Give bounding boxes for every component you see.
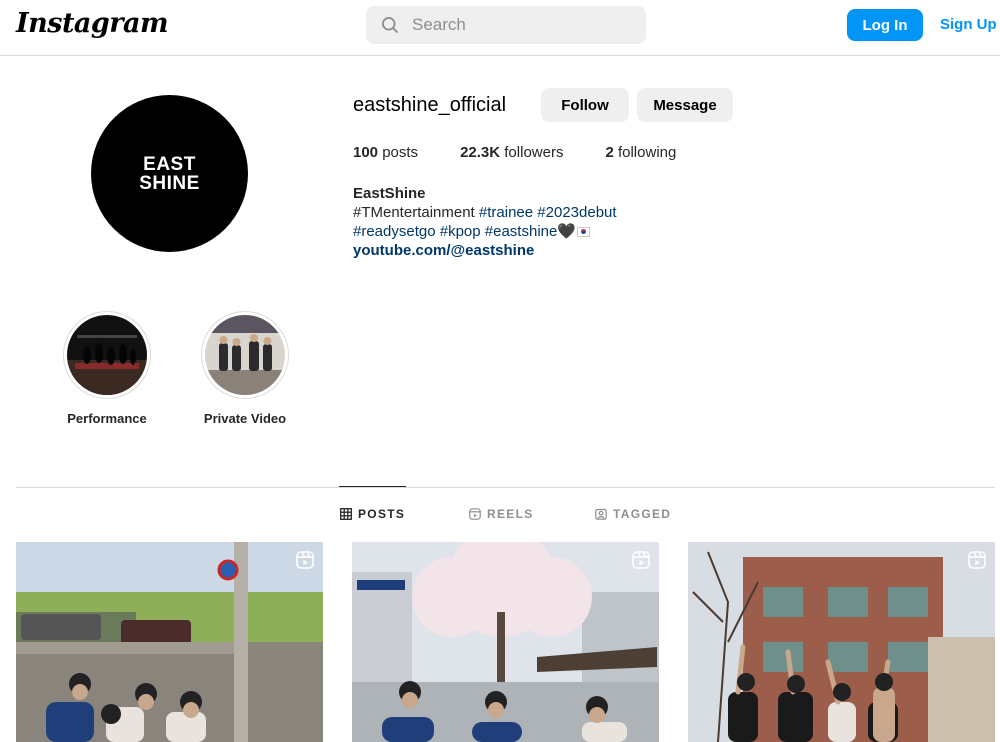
- reel-icon: [296, 551, 314, 569]
- following-label: following: [617, 144, 677, 161]
- hashtag-readysetgo[interactable]: #readysetgo: [353, 223, 436, 240]
- message-button[interactable]: Message: [637, 88, 733, 122]
- korea-flag-icon: [577, 227, 591, 238]
- hashtag-2023debut[interactable]: #2023debut: [537, 204, 616, 221]
- search-box[interactable]: [366, 6, 646, 44]
- highlight-label: Performance: [67, 411, 147, 426]
- reel-icon: [968, 551, 986, 569]
- highlight-performance[interactable]: Performance: [62, 311, 152, 426]
- highlight-thumbnail: [67, 315, 147, 395]
- following-stat[interactable]: 2 following: [605, 144, 676, 161]
- top-navigation-bar: Instagram Log In Sign Up: [0, 0, 1000, 56]
- hashtag-eastshine[interactable]: #eastshine: [485, 223, 558, 240]
- follow-button[interactable]: Follow: [541, 88, 629, 122]
- display-name: EastShine: [353, 185, 426, 202]
- search-input[interactable]: [412, 15, 612, 35]
- bio-text-tmentertainment: #TMentertainment: [353, 204, 475, 221]
- followers-label: followers: [504, 144, 564, 161]
- posts-stat: 100 posts: [353, 144, 418, 161]
- grid-icon: [340, 508, 352, 520]
- tab-label: TAGGED: [613, 507, 672, 521]
- black-heart-emoji: 🖤: [557, 223, 577, 240]
- avatar-text-line2: SHINE: [139, 172, 200, 194]
- avatar-text-line1: EAST: [143, 153, 196, 175]
- tab-label: REELS: [487, 507, 534, 521]
- log-in-button[interactable]: Log In: [847, 9, 923, 41]
- hashtag-trainee[interactable]: #trainee: [479, 204, 533, 221]
- following-count: 2: [605, 144, 614, 161]
- post-image: [352, 542, 659, 742]
- followers-stat[interactable]: 22.3K followers: [460, 144, 563, 161]
- post-thumbnail[interactable]: [352, 542, 659, 742]
- hashtag-kpop[interactable]: #kpop: [440, 223, 481, 240]
- post-thumbnail[interactable]: [16, 542, 323, 742]
- tab-posts[interactable]: POSTS: [340, 507, 405, 521]
- post-image: [688, 542, 995, 742]
- tagged-icon: [595, 508, 607, 520]
- bio-line-2: #readysetgo #kpop #eastshine🖤: [353, 222, 617, 241]
- profile-avatar[interactable]: EAST SHINE: [91, 95, 248, 252]
- instagram-logo[interactable]: Instagram: [16, 8, 169, 39]
- tab-reels[interactable]: REELS: [469, 507, 534, 521]
- post-thumbnail[interactable]: [688, 542, 995, 742]
- bio-line-1: #TMentertainment #trainee #2023debut: [353, 203, 617, 222]
- tab-label: POSTS: [358, 507, 406, 521]
- profile-bio: EastShine #TMentertainment #trainee #202…: [353, 184, 617, 260]
- highlight-private-video[interactable]: Private Video: [200, 311, 290, 426]
- post-image: [16, 542, 323, 742]
- highlight-thumbnail: [205, 315, 285, 395]
- tab-tagged[interactable]: TAGGED: [595, 507, 671, 521]
- active-tab-indicator: [339, 486, 406, 487]
- search-icon: [382, 17, 399, 34]
- reels-icon: [469, 508, 481, 520]
- sign-up-link[interactable]: Sign Up: [940, 16, 997, 33]
- profile-link[interactable]: youtube.com/@eastshine: [353, 242, 534, 259]
- posts-count: 100: [353, 144, 379, 161]
- profile-stats: 100 posts 22.3K followers 2 following: [353, 144, 718, 161]
- profile-username: eastshine_official: [353, 94, 507, 116]
- highlight-ring: [201, 311, 289, 399]
- posts-label: posts: [382, 144, 419, 161]
- highlight-label: Private Video: [203, 411, 287, 426]
- tabs-divider: [16, 487, 995, 488]
- highlight-ring: [63, 311, 151, 399]
- followers-count: 22.3K: [460, 144, 501, 161]
- reel-icon: [632, 551, 650, 569]
